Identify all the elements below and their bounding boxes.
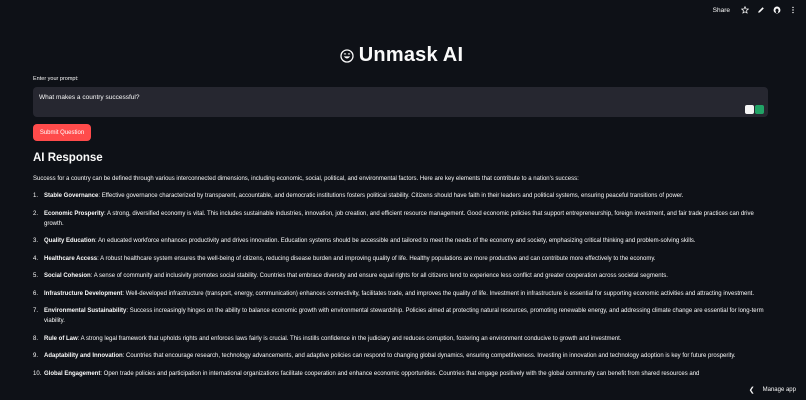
list-item-number: 6. [33,290,39,297]
list-item-text: : Countries that encourage research, tec… [122,353,736,359]
list-item-title: Infrastructure Development [44,290,123,297]
list-item-title: Social Cohesion [44,273,91,279]
edit-icon[interactable] [756,5,766,15]
list-item-title: Stable Governance [44,193,99,199]
streamlit-app: Share Unmask AI Enter your prompt: What … [0,0,806,400]
list-item-number: 3. [33,238,39,244]
laughing-face-emoji-icon [340,48,354,63]
list-item: 6. Infrastructure Development: Well-devel… [33,289,770,299]
list-item-text: : An educated workforce enhances product… [95,238,696,244]
prompt-textarea[interactable]: What makes a country successful? [33,87,768,117]
github-icon[interactable] [772,5,782,15]
response-intro: Success for a country can be defined thr… [33,176,579,182]
list-item-text: : Effective governance characterized by … [98,193,684,199]
list-item-title: Quality Education [44,238,96,244]
list-item: 9. Adaptability and Innovation: Countries… [33,351,770,361]
list-item-text: : Success increasingly hinges on the abi… [44,308,764,324]
list-item-number: 1. [33,193,39,199]
list-item: 2. Economic Prosperity: A strong, diversi… [33,209,770,229]
list-item-title: Healthcare Access [44,255,98,262]
page-title: Unmask AI [358,44,464,66]
submit-question-button[interactable]: Submit Question [33,124,91,141]
list-item-number: 5. [33,273,39,279]
list-item: 4. Healthcare Access: A robust healthcare… [33,254,770,264]
star-icon[interactable] [740,5,750,15]
list-item: 8. Rule of Law: A strong legal framework … [33,334,770,344]
list-item-text: : A strong legal framework that upholds … [77,335,622,342]
grammarly-icon[interactable] [745,105,754,114]
list-item: 1. Stable Governance: Effective governanc… [33,191,770,201]
list-item-title: Global Engagement [44,370,101,377]
list-item-number: 7. [33,308,39,314]
extension-icon[interactable] [755,105,764,114]
list-item-number: 10. [33,370,42,377]
list-item-number: 4. [33,255,39,262]
list-item-text: : Open trade policies and participation … [100,370,700,377]
top-toolbar: Share [713,4,798,16]
list-item-text: : A robust healthcare system ensures the… [97,255,656,262]
list-item: 5. Social Cohesion: A sense of community … [33,271,770,281]
manage-app-button[interactable]: ❮ Manage app [749,386,796,394]
list-item-title: Rule of Law [44,335,78,342]
list-item-title: Environmental Sustainability [44,308,127,314]
list-item-text: : A sense of community and inclusivity p… [90,273,668,279]
list-item-text: : A strong, diversified economy is vital… [44,210,754,227]
response-list: 1. Stable Governance: Effective governanc… [33,191,770,386]
share-button[interactable]: Share [713,7,730,14]
manage-app-label: Manage app [762,387,796,393]
list-item: 7. Environmental Sustainability: Success … [33,306,770,326]
prompt-label: Enter your prompt: [33,76,79,82]
list-item-title: Adaptability and Innovation [44,353,123,359]
list-item-number: 2. [33,210,39,217]
textarea-extension-icons [745,105,764,114]
list-item-number: 9. [33,353,39,359]
list-item: 3. Quality Education: An educated workfor… [33,236,770,246]
chevron-left-icon: ❮ [748,387,755,394]
response-heading: AI Response [33,152,103,164]
prompt-value[interactable]: What makes a country successful? [39,94,139,101]
list-item-title: Economic Prosperity [44,210,105,217]
page-header: Unmask AI [33,44,770,67]
list-item-text: : Well-developed infrastructure (transpo… [122,290,754,297]
list-item: 10. Global Engagement: Open trade policie… [33,369,770,379]
more-vertical-icon[interactable] [788,5,798,15]
list-item-number: 8. [33,335,39,342]
